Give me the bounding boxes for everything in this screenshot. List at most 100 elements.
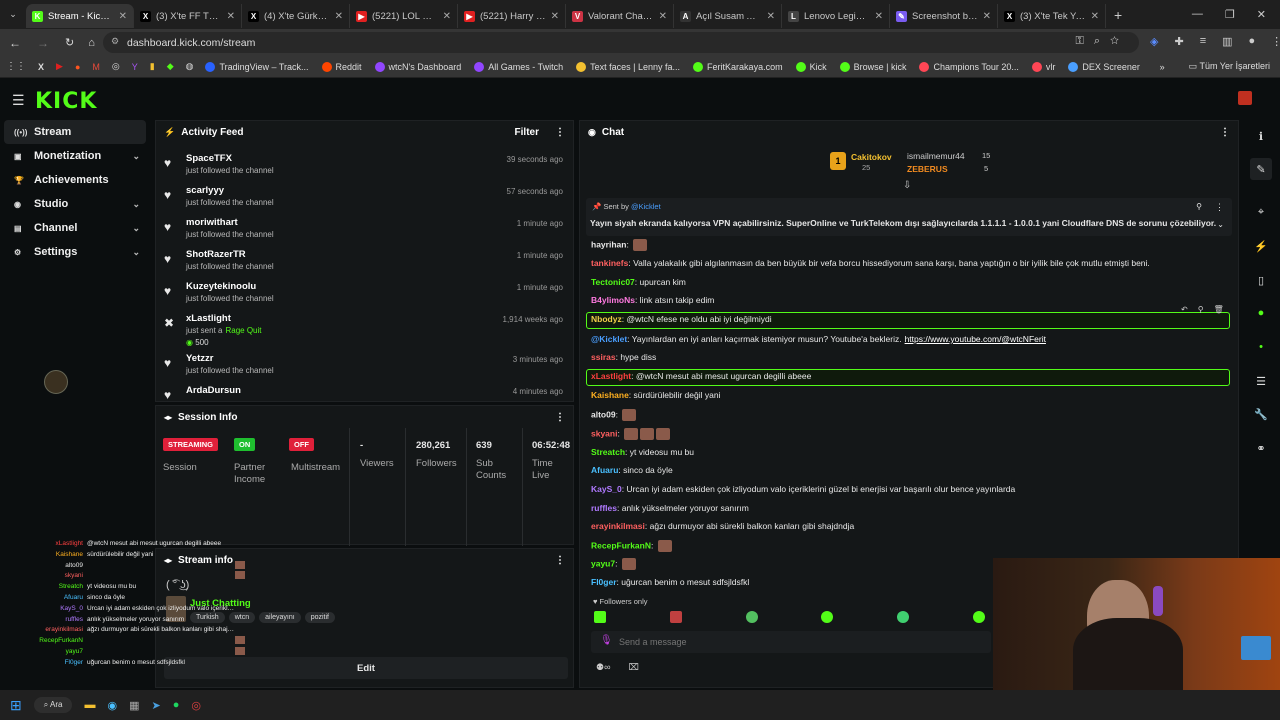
browser-tab[interactable]: A Açıl Susam Açıl | F ✕ [674,4,782,28]
maximize-button[interactable]: ❐ [1225,8,1235,21]
pin-message-icon[interactable]: ⚲ [1198,305,1204,314]
hamburger-menu-icon[interactable]: ☰ [12,92,25,109]
tab-close-icon[interactable]: ✕ [983,11,991,22]
activity-username[interactable]: ShotRazerTR [186,249,274,260]
reddit-small-icon[interactable]: ● [75,62,80,72]
emote-icon[interactable] [972,611,985,623]
browser-tab[interactable]: X (3) X'te Tek Yol FE ✕ [998,4,1106,28]
chat-username[interactable]: Afuaru [591,465,618,475]
lightning-icon[interactable]: ⚡ [1250,235,1272,257]
activity-username[interactable]: moriwithart [186,217,274,228]
microphone-icon[interactable]: 🎙 [600,635,613,646]
extension-icon[interactable]: ◈ [1150,35,1158,48]
gmail-bookmark-icon[interactable]: M [92,62,100,72]
sidebar-item-studio[interactable]: ◉ Studio ⌄ [0,192,150,216]
chevron-down-icon[interactable]: ⌄ [132,199,140,210]
browser-tab[interactable]: ▶ (5221) Harry Potte ✕ [458,4,566,28]
activity-username[interactable]: Yetzzr [186,353,274,364]
delete-icon[interactable]: 🗑 [1214,305,1224,314]
taskbar-search[interactable]: ⌕ Ara [33,697,73,713]
sidebar-item-settings[interactable]: ⚙ Settings ⌄ [0,240,150,264]
scroll-down-icon[interactable]: ⇩ [903,180,911,191]
session-menu-icon[interactable]: ⋮ [555,412,565,423]
chat-username[interactable]: B4ylimoNs [591,295,635,305]
browser-tab[interactable]: V Valorant Champio ✕ [566,4,674,28]
all-bookmarks[interactable]: ▭ Tüm Yer İşaretleri [1189,61,1270,72]
minimize-button[interactable]: — [1192,8,1203,21]
unpin-icon[interactable]: ⚲ [1196,202,1202,211]
chat-store-icon[interactable]: ⌧ [628,662,638,672]
sidebar-item-channel[interactable]: ▤ Channel ⌄ [0,216,150,240]
sidebar-item-stream[interactable]: ((•)) Stream [4,120,146,144]
tab-close-icon[interactable]: ✕ [875,11,883,22]
document-icon[interactable]: ▯ [1250,269,1272,291]
chat-menu-icon[interactable]: ⋮ [1220,127,1230,138]
emote-icon[interactable] [821,611,834,623]
activity-username[interactable]: SpaceTFX [186,153,274,164]
browser-tab[interactable]: K Stream - Kick Das ✕ [26,4,134,28]
home-icon[interactable]: ⌂ [88,37,95,49]
filter-button[interactable]: Filter [515,127,539,138]
bookmark-star-icon[interactable]: ☆ [1110,35,1129,47]
yahoo-bookmark-icon[interactable]: Y [132,62,138,72]
chat-username[interactable]: yayu7 [591,558,615,568]
browser-tab[interactable]: ✎ Screenshot by Ligh ✕ [890,4,998,28]
chat-users-icon[interactable]: ⚉∞ [596,662,610,672]
bookmark-item[interactable]: Champions Tour 20... [919,61,1019,72]
bookmark-item[interactable]: Browse | kick [839,61,906,72]
activity-username[interactable]: xLastlight [186,313,262,324]
forward-icon[interactable]: → [37,36,49,50]
pinned-user[interactable]: @Kicklet [631,202,661,211]
browser-tab[interactable]: ▶ (5221) LOL BAĞIM ✕ [350,4,458,28]
telegram-icon[interactable]: ➤ [151,699,160,712]
chat-username[interactable]: tankinefs [591,258,628,268]
file-explorer-icon[interactable]: ▬ [84,699,95,711]
bookmark-item[interactable]: All Games - Twitch [474,61,563,72]
new-tab-button[interactable]: + [1114,7,1122,23]
user-avatar[interactable] [1238,91,1252,105]
browser-tab[interactable]: L Lenovo Legion Pro ✕ [782,4,890,28]
activity-username[interactable]: scarlyyy [186,185,274,196]
chat-username[interactable]: skyani [591,428,617,438]
chat-link[interactable]: https://www.youtube.com/@wtcNFerit [905,334,1046,344]
activity-menu-icon[interactable]: ⋮ [555,127,565,138]
bookmark-item[interactable]: FeritKarakaya.com [693,61,783,72]
x-bookmark-icon[interactable]: X [38,62,44,72]
app-icon[interactable]: ▦ [129,699,139,712]
chat-username[interactable]: hayrihan [591,239,626,249]
sidebar-item-achievements[interactable]: 🏆 Achievements [0,168,150,192]
chat-username[interactable]: Kaishane [591,390,629,400]
puzzle-icon[interactable]: ✚ [1174,35,1183,48]
bookmark-item[interactable]: DEX Screener [1068,61,1140,72]
pencil-icon[interactable]: ✎ [1250,158,1272,180]
bookmark-overflow-icon[interactable]: » [1160,62,1165,72]
browser-tab[interactable]: X (3) X'te FF TV: " ✕ [134,4,242,28]
file-bookmark-icon[interactable]: ▮ [150,61,155,72]
split-icon[interactable]: ▥ [1222,35,1232,48]
chat-username[interactable]: Nbodyz [591,314,622,324]
profile-avatar-icon[interactable]: ● [1249,35,1256,48]
chat-username[interactable]: ruffles [591,503,617,513]
tab-close-icon[interactable]: ✕ [335,11,343,22]
stream-tag[interactable]: pozitif [304,612,335,623]
chat-bookmark-icon[interactable]: ◆ [167,61,174,72]
pinned-menu-icon[interactable]: ⋮ [1215,202,1224,213]
gifter-two-name[interactable]: ismailmemur44 [907,151,965,161]
bookmark-item[interactable]: wtcN's Dashboard [374,61,461,72]
emote-icon[interactable] [897,611,910,623]
broadcast-small-icon[interactable]: • [1250,336,1272,358]
reply-icon[interactable]: ↶ [1181,305,1188,314]
tab-close-icon[interactable]: ✕ [119,11,127,22]
site-info-icon[interactable]: ⚙ [111,36,119,47]
windows-start-icon[interactable]: ⊞ [10,697,22,714]
chat-username[interactable]: Streatch [591,447,625,457]
reload-icon[interactable]: ↻ [65,36,74,49]
chat-username[interactable]: @Kicklet [591,334,627,344]
chat-username[interactable]: erayinkilmasi [591,521,645,531]
apps-icon[interactable]: ⋮⋮ [6,61,26,72]
chevron-down-icon[interactable]: ⌄ [132,247,140,258]
bookmark-item[interactable]: TradingView – Track... [205,61,309,72]
youtube-bookmark-icon[interactable]: ▶ [56,61,63,72]
chat-input-box[interactable]: 🎙 [591,631,991,653]
close-window-button[interactable]: ✕ [1257,8,1266,21]
